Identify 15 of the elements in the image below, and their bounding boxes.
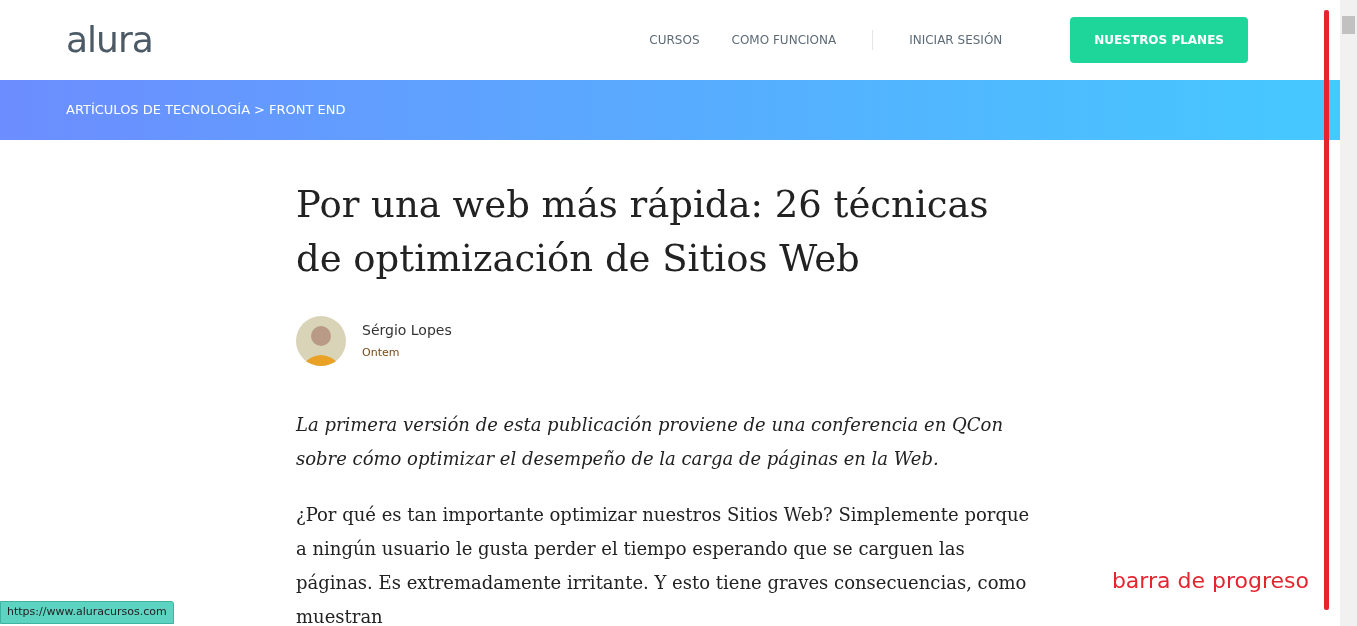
intro-paragraph: La primera versión de esta publicación proviene de una conferencia en QCon sobre cómo optimizar el desempeño de la carga de páginas en la Web. xyxy=(296,413,1004,471)
annotation-label: barra de progreso xyxy=(1111,567,1309,595)
breadcrumb-separator: > xyxy=(254,101,265,120)
nav-link[interactable]: INICIAR SESIÓN xyxy=(893,31,1019,49)
logo[interactable]: alura xyxy=(66,22,153,58)
scrollbar[interactable] xyxy=(1340,0,1357,626)
nav-link[interactable]: CURSOS xyxy=(633,31,716,49)
author-name[interactable]: Sérgio Lopes xyxy=(362,320,452,342)
nav-link[interactable]: COMO FUNCIONA xyxy=(715,31,853,49)
status-url: https://www.aluracursos.com xyxy=(0,601,174,624)
avatar xyxy=(296,316,346,366)
article-title: Por una web más rápida: 26 técnicas de optimización de Sitios Web xyxy=(296,182,990,282)
paragraph: ¿Por qué es tan importante optimizar nuestros Sitios Web? Simplemente porque a ningún usuario le gusta perder el tiempo esperando que se carguen las páginas. Es extremadamente irritante. Y esto tiene graves consecuencias, como muestran xyxy=(296,503,1031,626)
post-date: Ontem xyxy=(362,345,401,362)
scrollbar-thumb[interactable] xyxy=(1342,16,1355,34)
